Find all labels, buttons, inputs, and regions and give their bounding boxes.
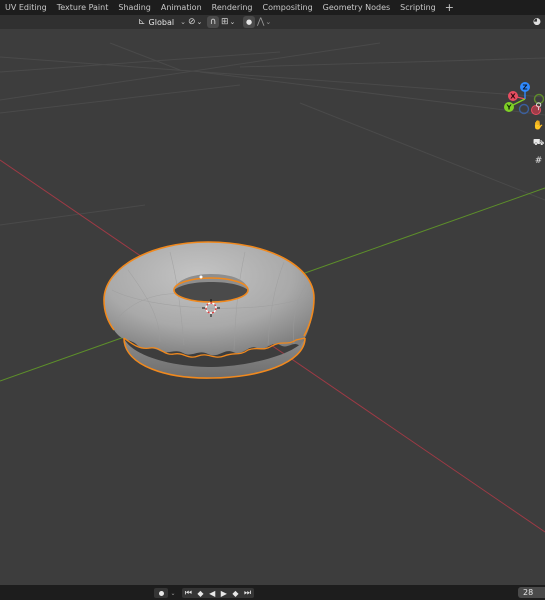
keying-options-dropdown[interactable]: ⌄ xyxy=(169,588,177,598)
chevron-down-icon: ⌄ xyxy=(170,589,176,597)
jump-to-start-icon[interactable]: ⏮ xyxy=(185,588,192,598)
tab-compositing[interactable]: Compositing xyxy=(258,0,318,15)
proportional-falloff-dropdown[interactable]: ⋀ ⌄ xyxy=(257,16,271,28)
3d-viewport[interactable]: Z X Y ⚲ ✋ ⛟ # xyxy=(0,29,545,585)
chevron-down-icon: ⌄ xyxy=(196,18,203,26)
floor-grid xyxy=(0,42,545,226)
tab-shading[interactable]: Shading xyxy=(113,0,156,15)
overlays-toggle[interactable]: ◕ xyxy=(533,16,541,28)
tab-scripting[interactable]: Scripting xyxy=(395,0,441,15)
magnet-icon: ∩ xyxy=(209,17,217,27)
play-icon[interactable]: ▶ xyxy=(221,589,227,598)
snap-target-dropdown[interactable]: ⊞ ⌄ xyxy=(221,16,235,28)
transform-orientation-label: Global xyxy=(148,17,175,27)
playback-controls: ⏮ ◆ ◀ ▶ ◆ ⏭ xyxy=(182,588,254,598)
zoom-icon: ⚲ xyxy=(535,102,542,112)
tab-texture-paint[interactable]: Texture Paint xyxy=(52,0,114,15)
next-keyframe-icon[interactable]: ◆ xyxy=(232,589,238,598)
tab-geometry-nodes[interactable]: Geometry Nodes xyxy=(318,0,395,15)
ortho-grid-icon: # xyxy=(534,156,543,166)
navigation-gizmo[interactable]: Z X Y xyxy=(498,77,545,121)
proportional-edit-icon: ● xyxy=(245,18,253,26)
ortho-toggle-button[interactable]: # xyxy=(532,155,545,167)
gizmo-label-y: Y xyxy=(505,104,512,112)
viewport-canvas[interactable] xyxy=(0,29,545,585)
add-workspace-button[interactable]: + xyxy=(441,0,458,15)
donut-mesh xyxy=(103,241,315,379)
timeline-bar: ⌄ ⏮ ◆ ◀ ▶ ◆ ⏭ 28 xyxy=(0,585,545,600)
orientation-axes-icon: ⊾ xyxy=(138,17,146,27)
gizmo-label-z: Z xyxy=(522,84,527,92)
zoom-button[interactable]: ⚲ xyxy=(532,101,545,113)
gizmo-neg-z xyxy=(518,103,530,115)
chevron-down-icon: ⌄ xyxy=(265,18,272,26)
tab-uv-editing[interactable]: UV Editing xyxy=(0,0,52,15)
falloff-curve-icon: ⋀ xyxy=(257,17,265,27)
snap-toggle[interactable]: ∩ xyxy=(207,16,219,28)
tab-rendering[interactable]: Rendering xyxy=(207,0,258,15)
pan-button[interactable]: ✋ xyxy=(532,120,545,132)
proportional-editing-toggle[interactable]: ● xyxy=(243,16,255,28)
camera-view-icon: ⛟ xyxy=(532,137,545,148)
record-icon xyxy=(158,590,164,596)
previous-keyframe-icon[interactable]: ◆ xyxy=(197,589,203,598)
pivot-point-dropdown[interactable]: ⊘ ⌄ xyxy=(188,16,202,28)
auto-keying-button[interactable] xyxy=(154,588,168,598)
viewport-header-toolbar: ⊾ Global ⌄ ⊘ ⌄ ∩ ⊞ ⌄ ● ⋀ ⌄ ◕ xyxy=(0,15,545,29)
snap-target-icon: ⊞ xyxy=(221,17,229,27)
jump-to-end-icon[interactable]: ⏭ xyxy=(244,588,251,598)
overlay-icon: ◕ xyxy=(533,17,541,27)
chevron-down-icon: ⌄ xyxy=(180,18,186,26)
pivot-point-icon: ⊘ xyxy=(188,17,196,27)
gizmo-label-x: X xyxy=(510,93,516,101)
pan-hand-icon: ✋ xyxy=(532,121,545,131)
workspace-tabs-bar: UV Editing Texture Paint Shading Animati… xyxy=(0,0,545,15)
transform-orientation-dropdown[interactable]: ⊾ Global ⌄ xyxy=(138,16,186,28)
current-frame-field[interactable]: 28 xyxy=(518,587,545,598)
play-reverse-icon[interactable]: ◀ xyxy=(209,589,215,598)
chevron-down-icon: ⌄ xyxy=(229,18,236,26)
tab-animation[interactable]: Animation xyxy=(156,0,207,15)
camera-view-button[interactable]: ⛟ xyxy=(532,137,545,149)
